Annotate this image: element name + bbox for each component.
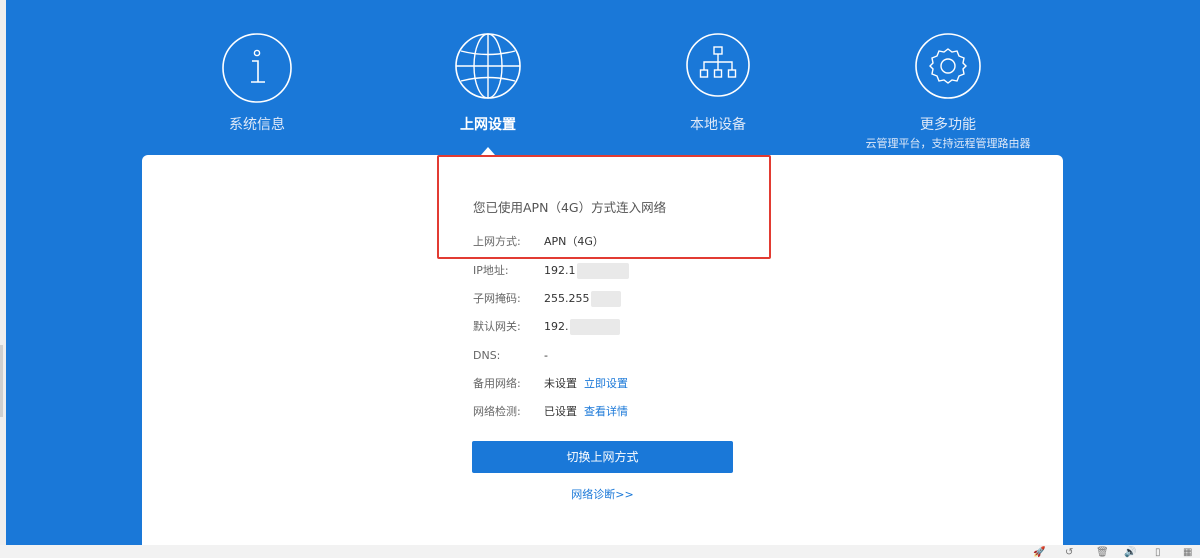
nav-item-local-devices[interactable]: 本地设备 (618, 0, 818, 150)
tray-volume-icon[interactable]: 🔊 (1124, 547, 1136, 558)
info-row-ip-address: IP地址: 192.1 (473, 262, 629, 280)
info-row-default-gateway: 默认网关: 192. (473, 318, 620, 336)
row-key: 子网掩码: (473, 292, 521, 305)
row-key: 上网方式: (473, 235, 521, 248)
network-tree-icon (685, 32, 751, 102)
row-value: 未设置 (544, 377, 577, 390)
info-row-dns: DNS: - (473, 347, 548, 365)
globe-icon (454, 32, 522, 104)
tray-history-icon[interactable]: ↺ (1065, 547, 1073, 558)
view-details-link[interactable]: 查看详情 (584, 405, 628, 418)
row-value: 已设置 (544, 405, 577, 418)
redaction-blur (569, 319, 620, 335)
redaction-blur (576, 263, 629, 279)
info-row-subnet-mask: 子网掩码: 255.255 (473, 290, 621, 308)
info-row-network-check: 网络检测: 已设置 查看详情 (473, 403, 628, 421)
row-value: 192.1 (544, 264, 576, 277)
row-value: 192. (544, 320, 569, 333)
nav-label: 更多功能 (920, 117, 976, 133)
row-key: DNS: (473, 349, 501, 362)
nav-item-more-features[interactable]: 更多功能 云管理平台，支持远程管理路由器 (848, 0, 1048, 150)
scroll-marker (0, 345, 3, 417)
row-key: 备用网络: (473, 377, 521, 390)
tray-window-icon[interactable]: ▯ (1155, 547, 1161, 558)
nav-label: 上网设置 (460, 117, 516, 133)
row-key: IP地址: (473, 264, 509, 277)
gear-icon (914, 32, 982, 104)
tray-grid-icon[interactable]: ▦ (1183, 547, 1192, 558)
row-value: 255.255 (544, 292, 590, 305)
nav-item-system-info[interactable]: 系统信息 (157, 0, 357, 150)
row-key: 默认网关: (473, 320, 521, 333)
row-key: 网络检测: (473, 405, 521, 418)
nav-label: 本地设备 (690, 117, 746, 133)
info-row-backup-network: 备用网络: 未设置 立即设置 (473, 375, 628, 393)
network-diagnose-link[interactable]: 网络诊断>> (472, 486, 733, 502)
info-icon (221, 32, 293, 108)
connection-status-title: 您已使用APN（4G）方式连入网络 (473, 200, 667, 215)
nav-label: 系统信息 (229, 117, 285, 133)
switch-connection-button[interactable]: 切换上网方式 (472, 441, 733, 473)
row-value: - (544, 349, 548, 362)
taskbar (0, 545, 1200, 557)
nav-sublabel: 云管理平台，支持远程管理路由器 (865, 137, 1031, 150)
setup-now-link[interactable]: 立即设置 (584, 377, 628, 390)
tray-trash-icon[interactable]: 🗑 (1096, 547, 1109, 558)
row-value: APN（4G） (544, 235, 604, 248)
redaction-blur (590, 291, 621, 307)
nav-item-internet-settings[interactable]: 上网设置 (388, 0, 588, 150)
active-tab-pointer (481, 147, 495, 155)
tray-rocket-icon[interactable]: 🚀 (1033, 547, 1045, 558)
info-row-connection-type: 上网方式: APN（4G） (473, 233, 604, 251)
